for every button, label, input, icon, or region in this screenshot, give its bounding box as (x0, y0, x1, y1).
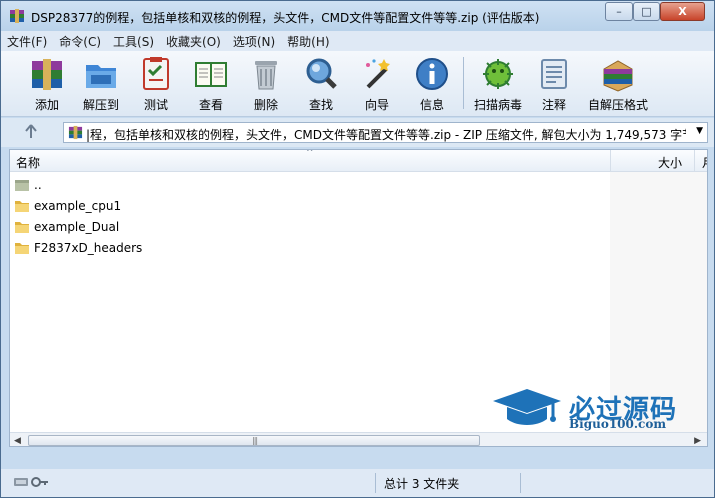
up-arrow-icon (25, 124, 37, 138)
column-header-name[interactable]: 名称 (16, 154, 40, 171)
menu-commands[interactable]: 命令(C) (53, 33, 107, 50)
status-divider (375, 473, 376, 493)
menu-favorites[interactable]: 收藏夹(O) (160, 33, 227, 50)
watermark-url: Biguo100.com (569, 417, 667, 431)
toolbar: 添加 解压到 测试 查看 删除 查找 向导 信息 扫描病毒 注释 自解压格式 (1, 51, 714, 117)
app-window: DSP28377的例程，包括单核和双核的例程，头文件，CMD文件等配置文件等等.… (0, 0, 715, 498)
view-label: 查看 (198, 98, 223, 112)
comment-label: 注释 (541, 98, 566, 112)
comment-button[interactable]: 注释 (528, 55, 580, 113)
list-item[interactable]: .. (14, 174, 42, 195)
sort-ascending-icon: ^ (306, 149, 314, 158)
test-label: 测试 (143, 98, 168, 112)
menu-options[interactable]: 选项(N) (227, 33, 281, 50)
list-item-name: .. (34, 177, 42, 192)
extract-to-icon (86, 65, 116, 88)
close-button[interactable]: X (660, 2, 705, 21)
menu-help[interactable]: 帮助(H) (281, 33, 335, 50)
menu-file[interactable]: 文件(F) (1, 33, 53, 50)
toolbar-separator (463, 57, 464, 109)
magnifier-icon (306, 58, 337, 89)
list-item[interactable]: example_cpu1 (14, 195, 121, 216)
view-book-icon (195, 62, 227, 87)
virus-scan-button[interactable]: 扫描病毒 (471, 55, 525, 113)
address-bar: |程，包括单核和双核的例程，头文件，CMD文件等配置文件等等.zip - ZIP… (1, 118, 714, 147)
folder-icon (15, 221, 29, 233)
folder-icon (15, 242, 29, 254)
chevron-down-icon[interactable]: ▼ (696, 126, 703, 136)
info-label: 信息 (419, 98, 444, 112)
status-divider (520, 473, 521, 493)
wizard-icon (366, 59, 390, 89)
wizard-button[interactable]: 向导 (351, 55, 403, 113)
grip-icon: ||| (252, 436, 258, 445)
virus-scan-label: 扫描病毒 (473, 98, 522, 112)
list-item-name: example_Dual (34, 219, 120, 234)
list-item[interactable]: F2837xD_headers (14, 237, 142, 258)
maximize-button[interactable]: □ (633, 2, 660, 21)
scroll-left-icon[interactable]: ◀ (14, 436, 21, 446)
find-label: 查找 (308, 98, 333, 112)
extract-to-label: 解压到 (82, 98, 119, 112)
minimize-button[interactable]: – (605, 2, 633, 21)
comment-icon (541, 59, 567, 89)
column-header-next[interactable]: 月 (702, 154, 707, 171)
archive-path-text: |程，包括单核和双核的例程，头文件，CMD文件等配置文件等等.zip - ZIP… (86, 128, 686, 142)
status-summary: 总计 3 文件夹 (384, 477, 460, 491)
up-folder-button[interactable] (19, 123, 43, 141)
menu-bar: 文件(F) 命令(C) 工具(S) 收藏夹(O) 选项(N) 帮助(H) (1, 31, 714, 51)
watermark: 必过源码 Biguo100.com (491, 385, 691, 435)
title-bar[interactable]: DSP28377的例程，包括单核和双核的例程，头文件，CMD文件等配置文件等等.… (1, 1, 714, 31)
list-item-name: F2837xD_headers (34, 240, 143, 255)
trash-icon (255, 61, 277, 90)
virus-scan-icon (483, 59, 513, 89)
extract-to-button[interactable]: 解压到 (75, 55, 127, 113)
folder-icon (15, 200, 29, 212)
test-button[interactable]: 测试 (130, 55, 182, 113)
sfx-button[interactable]: 自解压格式 (586, 55, 650, 113)
scroll-right-icon[interactable]: ▶ (694, 436, 701, 446)
add-label: 添加 (34, 98, 59, 112)
info-button[interactable]: 信息 (406, 55, 458, 113)
drive-key-icon (14, 477, 48, 487)
path-combobox[interactable]: |程，包括单核和双核的例程，头文件，CMD文件等配置文件等等.zip - ZIP… (63, 122, 708, 143)
view-button[interactable]: 查看 (185, 55, 237, 113)
add-archive-icon (32, 59, 62, 90)
column-divider[interactable] (694, 150, 695, 172)
window-title: DSP28377的例程，包括单核和双核的例程，头文件，CMD文件等配置文件等等.… (31, 11, 540, 25)
status-bar: 总计 3 文件夹 (1, 469, 714, 497)
column-divider[interactable] (610, 150, 611, 172)
parent-folder-icon (15, 179, 29, 191)
delete-label: 删除 (253, 98, 278, 112)
test-icon (143, 57, 169, 90)
scrollbar-thumb[interactable]: ||| (28, 435, 480, 446)
zip-file-icon (68, 125, 83, 140)
winrar-app-icon (10, 9, 24, 23)
column-header-size[interactable]: 大小 (658, 154, 682, 171)
sfx-icon (603, 60, 633, 92)
info-icon (416, 58, 448, 90)
wizard-label: 向导 (364, 98, 389, 112)
list-item-name: example_cpu1 (34, 198, 122, 213)
column-header-bar: 名称 ^ 大小 月 (10, 149, 707, 172)
add-button[interactable]: 添加 (21, 55, 73, 113)
delete-button[interactable]: 删除 (240, 55, 292, 113)
find-button[interactable]: 查找 (295, 55, 347, 113)
sfx-label: 自解压格式 (587, 98, 648, 112)
graduation-cap-logo-icon (493, 389, 561, 425)
menu-tools[interactable]: 工具(S) (107, 33, 160, 50)
list-item[interactable]: example_Dual (14, 216, 119, 237)
